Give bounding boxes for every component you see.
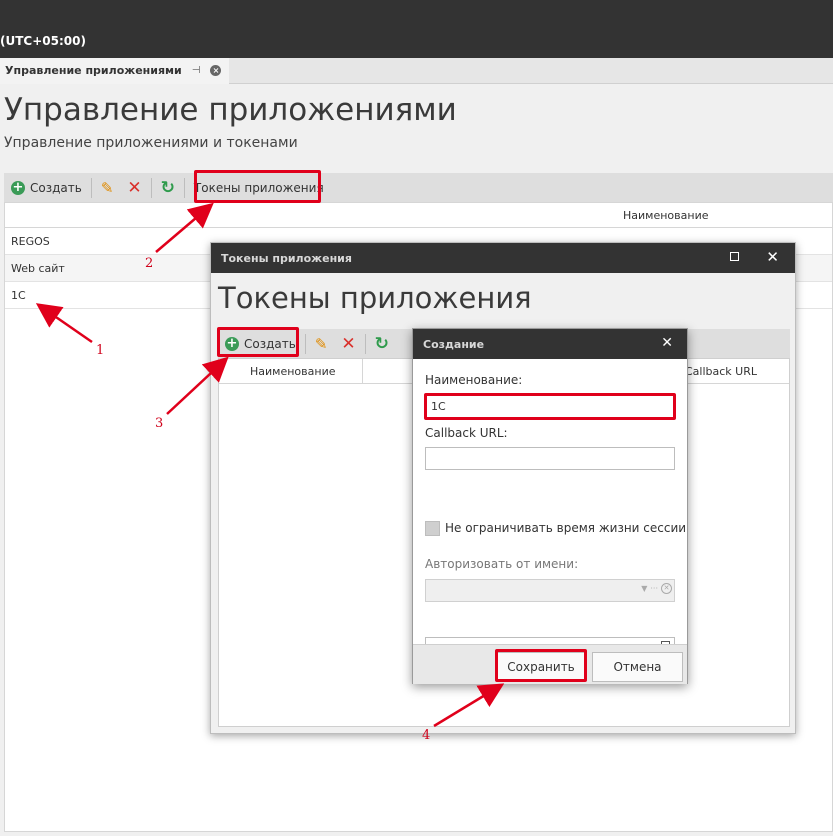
annotation-highlight-tokens xyxy=(194,170,321,203)
unlimited-session-label: Не ограничивать время жизни сессии xyxy=(445,521,687,535)
page-subtitle: Управление приложениями и токенами xyxy=(4,135,298,151)
tokens-dialog-titlebar: Токены приложения ✕ xyxy=(211,243,795,273)
refresh-tokens-button[interactable]: ↻ xyxy=(368,331,396,356)
clear-icon[interactable]: ✕ xyxy=(661,583,672,594)
annotation-number: 1 xyxy=(96,343,105,358)
delete-x-icon: ✕ xyxy=(127,177,142,198)
column-header-name[interactable]: Наименование xyxy=(623,209,708,222)
combo-controls: ▼ ··· ✕ xyxy=(641,583,672,594)
column-header-name[interactable]: Наименование xyxy=(250,365,335,378)
tokens-dialog-title: Токены приложения xyxy=(221,251,352,265)
refresh-icon: ↻ xyxy=(374,333,389,354)
document-tab-strip: Управление приложениями ⊣ × xyxy=(0,58,833,84)
pencil-icon: ✎ xyxy=(314,334,328,353)
callback-url-input[interactable] xyxy=(425,447,675,470)
plus-circle-icon: + xyxy=(11,179,25,195)
unlimited-session-checkbox[interactable] xyxy=(425,521,440,536)
close-icon[interactable]: ✕ xyxy=(661,335,673,351)
close-icon[interactable]: ✕ xyxy=(766,248,779,266)
authorize-as-combobox[interactable]: ▼ ··· ✕ xyxy=(425,579,675,602)
name-label: Наименование: xyxy=(425,373,523,387)
row-label: Web сайт xyxy=(11,261,65,275)
edit-button[interactable]: ✎ xyxy=(94,175,121,200)
refresh-button[interactable]: ↻ xyxy=(154,175,182,200)
create-dialog-title: Создание xyxy=(423,337,485,351)
annotation-number: 2 xyxy=(145,256,154,271)
page-title: Управление приложениями xyxy=(4,92,457,128)
refresh-icon: ↻ xyxy=(160,177,175,198)
maximize-icon[interactable] xyxy=(730,252,739,261)
toolbar-separator xyxy=(304,333,306,354)
cancel-button[interactable]: Отмена xyxy=(592,652,683,682)
ellipsis-icon[interactable]: ··· xyxy=(650,584,658,593)
annotation-number: 3 xyxy=(155,416,164,431)
column-divider xyxy=(362,359,363,384)
callback-url-label: Callback URL: xyxy=(425,426,508,440)
delete-x-icon: ✕ xyxy=(341,333,356,354)
chevron-down-icon[interactable]: ▼ xyxy=(641,584,647,593)
tab-app-management[interactable]: Управление приложениями ⊣ × xyxy=(0,58,230,84)
tokens-dialog-heading: Токены приложения xyxy=(218,281,532,315)
app-header: (UTC+05:00) xyxy=(0,0,833,58)
toolbar-separator xyxy=(183,177,185,198)
edit-token-button[interactable]: ✎ xyxy=(308,331,335,356)
pin-icon[interactable]: ⊣ xyxy=(192,65,201,76)
annotation-highlight-save xyxy=(495,649,587,682)
annotation-highlight-create xyxy=(217,327,299,357)
column-header-callback[interactable]: Callback URL xyxy=(685,365,757,378)
annotation-highlight-name xyxy=(424,393,676,420)
close-tab-icon[interactable]: × xyxy=(210,64,222,76)
create-dialog-titlebar: Создание ✕ xyxy=(413,329,687,359)
toolbar-separator xyxy=(364,333,366,354)
tab-label: Управление приложениями xyxy=(5,63,182,77)
row-label: REGOS xyxy=(11,234,50,248)
main-toolbar: + Создать ✎ ✕ ↻ Токены приложения xyxy=(4,173,833,202)
create-button-label: Создать xyxy=(30,180,82,195)
toolbar-separator xyxy=(150,177,152,198)
toolbar-separator xyxy=(90,177,92,198)
delete-button[interactable]: ✕ xyxy=(120,175,148,200)
pencil-icon: ✎ xyxy=(100,178,114,197)
grid-header: Наименование xyxy=(5,203,832,228)
create-dialog: Создание ✕ Наименование: 1С Callback URL… xyxy=(412,328,688,684)
authorize-as-label: Авторизовать от имени: xyxy=(425,557,579,571)
timezone-label: (UTC+05:00) xyxy=(0,34,86,48)
delete-token-button[interactable]: ✕ xyxy=(334,331,362,356)
row-label: 1С xyxy=(11,288,26,302)
annotation-number: 4 xyxy=(422,728,431,743)
create-button[interactable]: + Создать xyxy=(4,175,89,200)
